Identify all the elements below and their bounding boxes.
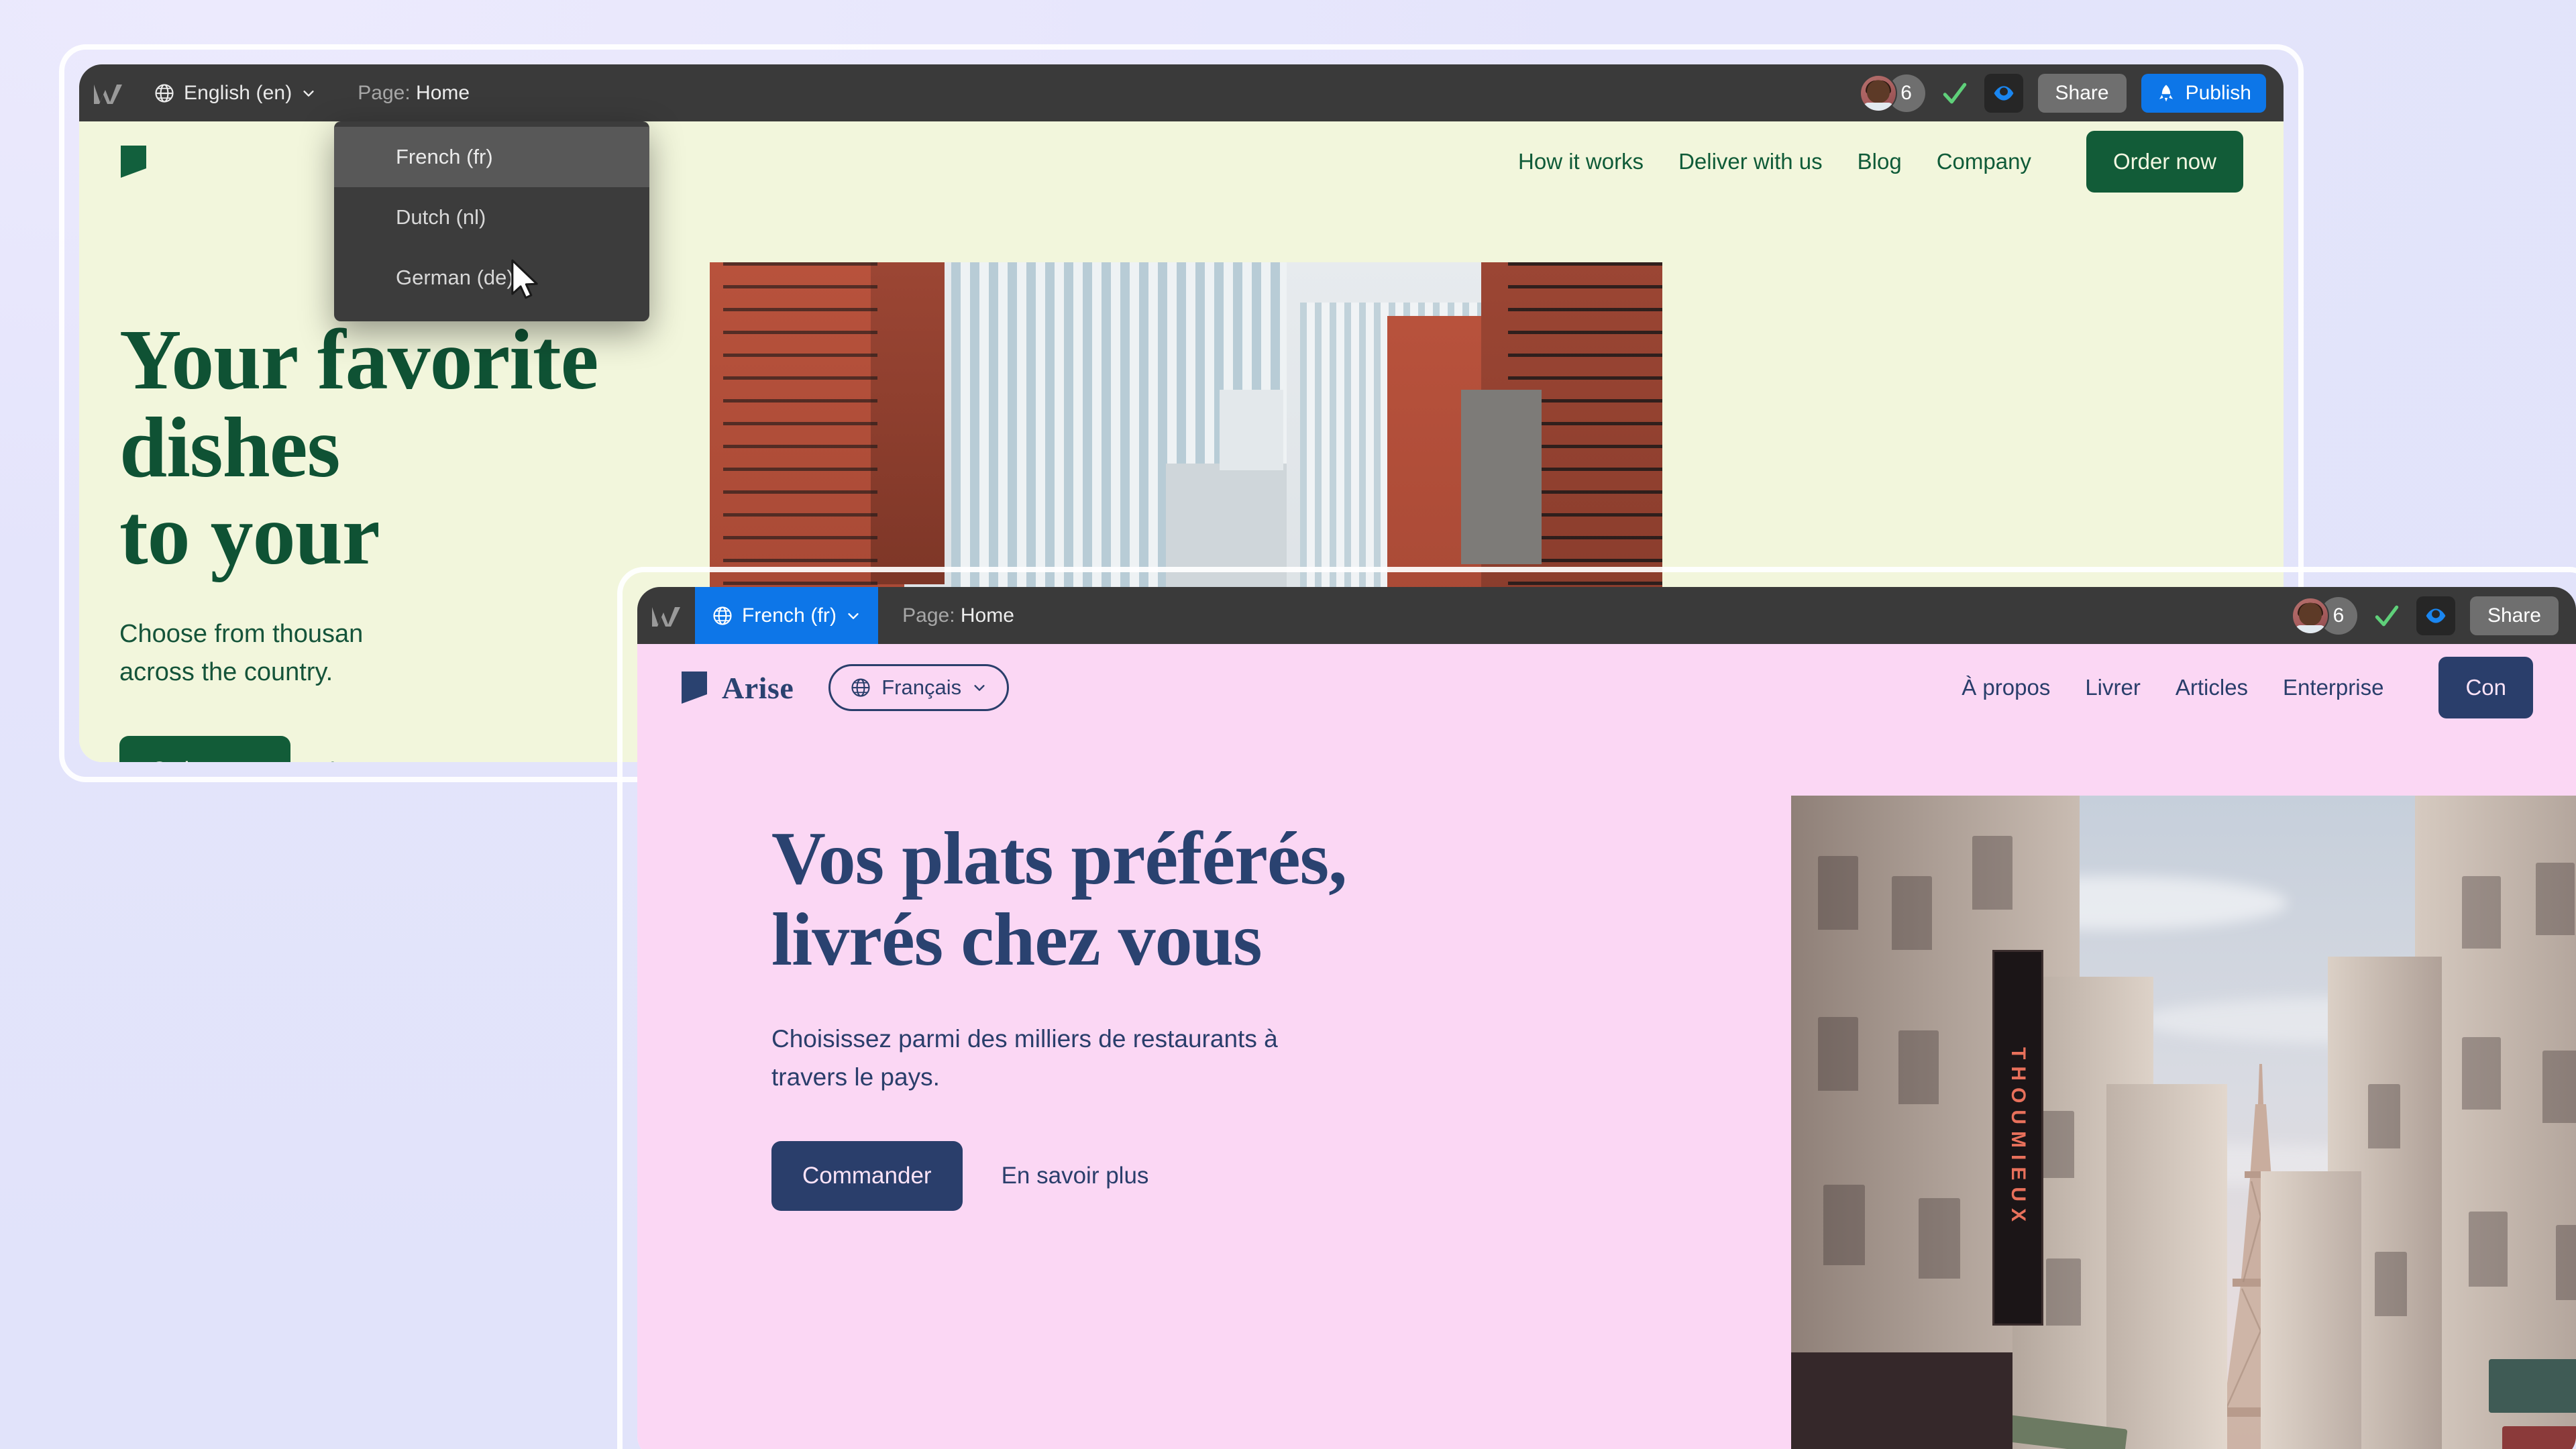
- preview-toggle-button[interactable]: [1984, 73, 2023, 113]
- page-label-value: Home: [416, 81, 470, 104]
- webflow-logo-icon[interactable]: [79, 64, 137, 121]
- nav-order-now-button[interactable]: Order now: [2086, 131, 2243, 193]
- english-toolbar-actions: 6 Share Publish: [1859, 64, 2284, 121]
- hero-order-now-button[interactable]: Order now: [119, 735, 291, 762]
- french-hero-subtitle: Choisissez parmi des milliers de restaur…: [771, 1020, 1346, 1097]
- nav-link-enterprise[interactable]: Enterprise: [2283, 675, 2383, 700]
- locale-selector-label: French (fr): [742, 604, 837, 627]
- french-site-navbar: Arise Français À propos Livrer Articles …: [637, 644, 2576, 731]
- heading-line-3: to your: [119, 487, 380, 583]
- avatar[interactable]: [1859, 74, 1897, 112]
- publish-button[interactable]: Publish: [2141, 73, 2266, 113]
- french-hero-cta-row: Commander En savoir plus: [771, 1140, 1346, 1211]
- thoumieux-sign-text: THOUMIEUX: [2007, 1047, 2029, 1228]
- french-hero-image: THOUMIEUX: [1791, 796, 2576, 1449]
- nav-link-how-it-works[interactable]: How it works: [1518, 149, 1644, 174]
- globe-icon: [155, 83, 174, 103]
- globe-icon: [851, 678, 870, 697]
- page-label: Page: Home: [358, 82, 470, 105]
- heading-line-2: livrés chez vous: [771, 898, 1263, 981]
- heading-line-1: Vos plats préférés,: [771, 817, 1347, 900]
- hero-commander-button[interactable]: Commander: [771, 1140, 963, 1211]
- locale-selector-label: English (en): [184, 81, 292, 104]
- flag-logo-icon: [682, 672, 707, 704]
- subtitle-line-2: across the country.: [119, 657, 333, 686]
- french-site-logo[interactable]: Arise: [680, 670, 794, 706]
- globe-icon: [713, 606, 732, 625]
- rocket-icon: [2159, 85, 2173, 101]
- locale-dropdown-menu: French (fr) Dutch (nl) German (de): [334, 121, 649, 321]
- nav-link-articles[interactable]: Articles: [2176, 675, 2248, 700]
- publish-button-label: Publish: [2185, 81, 2251, 104]
- subtitle-line-2: travers le pays.: [771, 1063, 940, 1091]
- page-label: Page: Home: [902, 604, 1014, 627]
- english-hero-cta-row: Order now Lear: [119, 735, 598, 762]
- eye-icon: [2426, 608, 2446, 623]
- english-designer-toolbar: English (en) Page: Home 6 Share Publish: [79, 64, 2284, 121]
- site-language-label: Français: [881, 676, 962, 699]
- heading-line-2: dishes: [119, 399, 340, 495]
- english-hero-heading: Your favorite dishes to your: [119, 316, 598, 579]
- english-site-logo[interactable]: [119, 144, 148, 179]
- webflow-logo-icon[interactable]: [637, 587, 695, 644]
- hero-learn-more-link[interactable]: Lear: [329, 757, 376, 762]
- french-site-canvas: Arise Français À propos Livrer Articles …: [637, 644, 2576, 1449]
- collaborators[interactable]: 6: [1859, 74, 1925, 112]
- nav-link-livrer[interactable]: Livrer: [2085, 675, 2141, 700]
- site-language-switcher[interactable]: Français: [828, 664, 1010, 711]
- subtitle-line-1: Choose from thousan: [119, 619, 364, 648]
- french-designer-toolbar: French (fr) Page: Home 6 Share: [637, 587, 2576, 644]
- paris-street-illustration: THOUMIEUX: [1791, 796, 2576, 1449]
- brand-name: Arise: [722, 670, 794, 705]
- subtitle-line-1: Choisissez parmi des milliers de restaur…: [771, 1024, 1278, 1053]
- preview-toggle-button[interactable]: [2416, 596, 2455, 635]
- thoumieux-sign: THOUMIEUX: [1992, 950, 2043, 1326]
- page-label-value: Home: [960, 604, 1014, 627]
- locale-menu-item-german[interactable]: German (de): [334, 248, 649, 308]
- english-nav-links: How it works Deliver with us Blog Compan…: [1518, 131, 2243, 193]
- french-hero-copy: Vos plats préférés, livrés chez vous Cho…: [637, 731, 1347, 1211]
- chevron-down-icon: [848, 612, 859, 619]
- hero-en-savoir-plus-link[interactable]: En savoir plus: [1002, 1163, 1149, 1189]
- flag-logo-icon: [121, 146, 146, 178]
- locale-selector[interactable]: French (fr): [695, 587, 879, 644]
- nav-link-company[interactable]: Company: [1937, 149, 2031, 174]
- french-nav-links: À propos Livrer Articles Enterprise Con: [1962, 657, 2533, 718]
- share-button[interactable]: Share: [2469, 596, 2559, 635]
- chevron-down-icon: [974, 685, 985, 691]
- checkmark-icon: [1943, 83, 1966, 103]
- collaborators[interactable]: 6: [2291, 596, 2357, 635]
- nav-contact-button[interactable]: Con: [2438, 657, 2533, 718]
- locale-menu-item-french[interactable]: French (fr): [334, 127, 649, 187]
- page-label-prefix: Page:: [358, 81, 411, 104]
- eye-icon: [1994, 85, 2013, 101]
- french-toolbar-actions: 6 Share: [2291, 587, 2576, 644]
- french-hero-heading: Vos plats préférés, livrés chez vous: [771, 817, 1347, 981]
- english-hero-subtitle: Choose from thousan across the country.: [119, 615, 598, 692]
- heading-line-1: Your favorite: [119, 312, 598, 407]
- checkmark-icon: [2375, 605, 2399, 626]
- nav-link-a-propos[interactable]: À propos: [1962, 675, 2050, 700]
- avatar[interactable]: [2291, 596, 2329, 635]
- page-label-prefix: Page:: [902, 604, 955, 627]
- chevron-down-icon: [303, 90, 314, 97]
- locale-menu-item-dutch[interactable]: Dutch (nl): [334, 187, 649, 248]
- french-hero: Vos plats préférés, livrés chez vous Cho…: [637, 731, 2576, 1449]
- nav-link-deliver-with-us[interactable]: Deliver with us: [1678, 149, 1823, 174]
- locale-selector[interactable]: English (en): [137, 64, 333, 121]
- french-designer-window: Arise Français À propos Livrer Articles …: [637, 587, 2576, 1449]
- nav-link-blog[interactable]: Blog: [1858, 149, 1902, 174]
- share-button[interactable]: Share: [2037, 73, 2127, 113]
